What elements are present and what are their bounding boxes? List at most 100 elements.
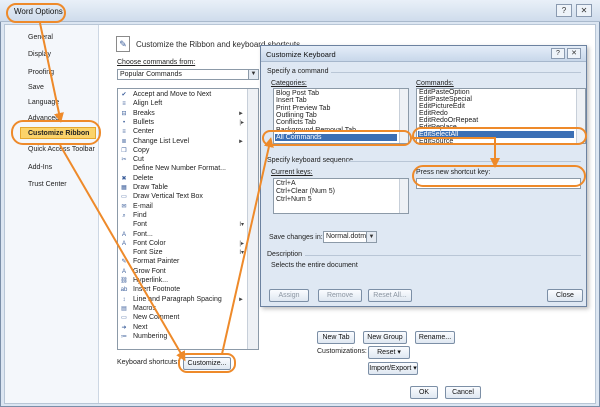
delete-icon: ✖	[121, 175, 127, 182]
list-item[interactable]: Ctrl+Num 5	[276, 196, 312, 203]
list-item[interactable]: ⛓ Hyperlink...	[118, 277, 246, 285]
rename-button[interactable]: Rename...	[415, 331, 455, 344]
list-item[interactable]: ⌕ Find	[118, 212, 246, 220]
list-item[interactable]: ≔ Numbering	[118, 333, 246, 341]
hyperlink-icon: ⛓	[120, 278, 128, 284]
new-tab-button[interactable]: New Tab	[317, 331, 355, 344]
list-item-label: Font Size	[133, 249, 163, 257]
categories-label: Categories:	[271, 80, 307, 87]
annotation-ellipse-editselectall	[412, 127, 587, 145]
reset-button[interactable]: Reset ▾	[368, 346, 410, 359]
list-item[interactable]: Print Preview Tab	[276, 105, 330, 112]
list-item[interactable]: ≡ Center	[118, 128, 246, 136]
list-item-label: Draw Vertical Text Box	[133, 193, 203, 201]
footnote-icon: ab	[120, 287, 128, 294]
current-keys-scrollbar[interactable]	[399, 179, 408, 213]
nav-item-add-ins[interactable]: Add-Ins	[28, 164, 52, 171]
list-item[interactable]: Conflicts Tab	[276, 119, 316, 126]
list-item[interactable]: ✎ Format Painter	[118, 258, 246, 266]
nav-item-save[interactable]: Save	[28, 84, 44, 91]
list-item[interactable]: ≡ Align Left	[118, 100, 246, 108]
list-item[interactable]: ✉ E-mail	[118, 203, 246, 211]
nav-item-trust-center[interactable]: Trust Center	[28, 181, 67, 188]
commands-list[interactable]: ✔ Accept and Move to Next ≡ Align Left ⊟ Brea…	[117, 88, 259, 350]
nav-item-quick-access-toolbar[interactable]: Quick Access Toolbar	[28, 146, 95, 153]
center-icon: ≡	[122, 129, 126, 136]
nav-item-general[interactable]: General	[28, 34, 53, 41]
annotation-ellipse-customize	[178, 353, 236, 373]
list-item[interactable]: Font Size I▾	[118, 249, 246, 257]
chevron-down-icon[interactable]: ▼	[248, 70, 258, 79]
list-item[interactable]: ▦ Draw Table	[118, 184, 246, 192]
dialog-close-x-button[interactable]: ✕	[567, 48, 581, 59]
chevron-down-icon[interactable]: ▼	[366, 232, 376, 242]
list-item[interactable]: ⊟ Breaks ►	[118, 110, 246, 118]
list-item[interactable]: Outlining Tab	[276, 112, 317, 119]
list-item[interactable]: ab Insert Footnote	[118, 286, 246, 294]
list-item[interactable]: EditPasteSpecial	[419, 96, 472, 103]
list-item[interactable]: EditPasteOption	[419, 89, 470, 96]
list-item[interactable]: ❐ Copy	[118, 147, 246, 155]
list-item[interactable]: ✔ Accept and Move to Next	[118, 91, 246, 99]
breaks-icon: ⊟	[121, 110, 127, 117]
nav-item-language[interactable]: Language	[28, 99, 59, 106]
list-item[interactable]: Ctrl+A	[276, 180, 296, 187]
list-item[interactable]: ↕ Line and Paragraph Spacing ►	[118, 296, 246, 304]
commands-label: Commands:	[416, 80, 454, 87]
commands-scrollbar[interactable]	[247, 89, 258, 349]
list-item[interactable]: • Bullets |▸	[118, 119, 246, 127]
remove-button[interactable]: Remove	[318, 289, 362, 302]
list-item[interactable]: EditRedo	[419, 110, 448, 117]
dialog-close-button[interactable]: Close	[547, 289, 583, 302]
cancel-button[interactable]: Cancel	[445, 386, 481, 399]
list-item[interactable]: Define New Number Format...	[118, 165, 246, 173]
find-icon: ⌕	[122, 212, 126, 219]
submenu-indicator-icon: |▸	[239, 119, 244, 126]
reset-all-button[interactable]: Reset All...	[368, 289, 412, 302]
list-item-label: Hyperlink...	[133, 277, 169, 284]
list-item[interactable]: ▤ Macros	[118, 305, 246, 313]
list-item[interactable]: Blog Post Tab	[276, 90, 319, 97]
font-dialog-icon: A	[121, 231, 126, 238]
choose-commands-dropdown[interactable]: Popular Commands ▼	[117, 69, 259, 80]
nav-item-proofing[interactable]: Proofing	[28, 69, 54, 76]
current-keys-list[interactable]: Ctrl+A Ctrl+Clear (Num 5) Ctrl+Num 5	[273, 178, 409, 214]
keyboard-shortcuts-label: Keyboard shortcuts:	[117, 359, 180, 366]
description-heading: Description	[267, 251, 303, 258]
dialog-help-button[interactable]: ?	[551, 48, 565, 59]
list-item[interactable]: A Font...	[118, 231, 246, 239]
list-item[interactable]: A Grow Font	[118, 268, 246, 276]
specify-sequence-heading: Specify keyboard sequence	[267, 157, 353, 164]
nav-item-display[interactable]: Display	[28, 51, 51, 58]
list-item-label: Next	[133, 323, 148, 331]
annotation-ellipse-title	[6, 3, 66, 23]
help-button[interactable]: ?	[556, 4, 572, 17]
list-item[interactable]: ▭ New Comment	[118, 314, 246, 322]
list-item-label: Numbering	[133, 332, 168, 340]
list-item-label: Copy	[133, 146, 150, 154]
import-export-button[interactable]: Import/Export ▾	[368, 362, 418, 375]
save-changes-dropdown[interactable]: Normal.dotm ▼	[323, 231, 377, 243]
line-spacing-icon: ↕	[122, 296, 126, 303]
close-button[interactable]: ✕	[576, 4, 592, 17]
bullets-icon: •	[122, 119, 126, 126]
list-item-label: Grow Font	[133, 267, 166, 275]
list-item[interactable]: A Font Color |▸	[118, 240, 246, 248]
assign-button[interactable]: Assign	[269, 289, 309, 302]
list-item-label: Find	[133, 211, 147, 219]
list-item-label: Align Left	[133, 100, 163, 108]
list-item[interactable]: EditRedoOrRepeat	[419, 117, 478, 124]
list-item-label: E-mail	[133, 202, 153, 210]
list-item[interactable]: ✂ Cut	[118, 156, 246, 164]
list-item[interactable]: EditPictureEdit	[419, 103, 465, 110]
new-group-button[interactable]: New Group	[363, 331, 407, 344]
list-level-icon: ≣	[121, 138, 127, 145]
list-item[interactable]: ➜ Next	[118, 324, 246, 332]
ok-button[interactable]: OK	[410, 386, 438, 399]
list-item[interactable]: ▭ Draw Vertical Text Box	[118, 193, 246, 201]
list-item[interactable]: Ctrl+Clear (Num 5)	[276, 188, 335, 195]
list-item[interactable]: Insert Tab	[276, 97, 307, 104]
list-item[interactable]: Font I▾	[118, 221, 246, 229]
list-item[interactable]: ✖ Delete	[118, 175, 246, 183]
list-item[interactable]: ≣ Change List Level ►	[118, 138, 246, 146]
